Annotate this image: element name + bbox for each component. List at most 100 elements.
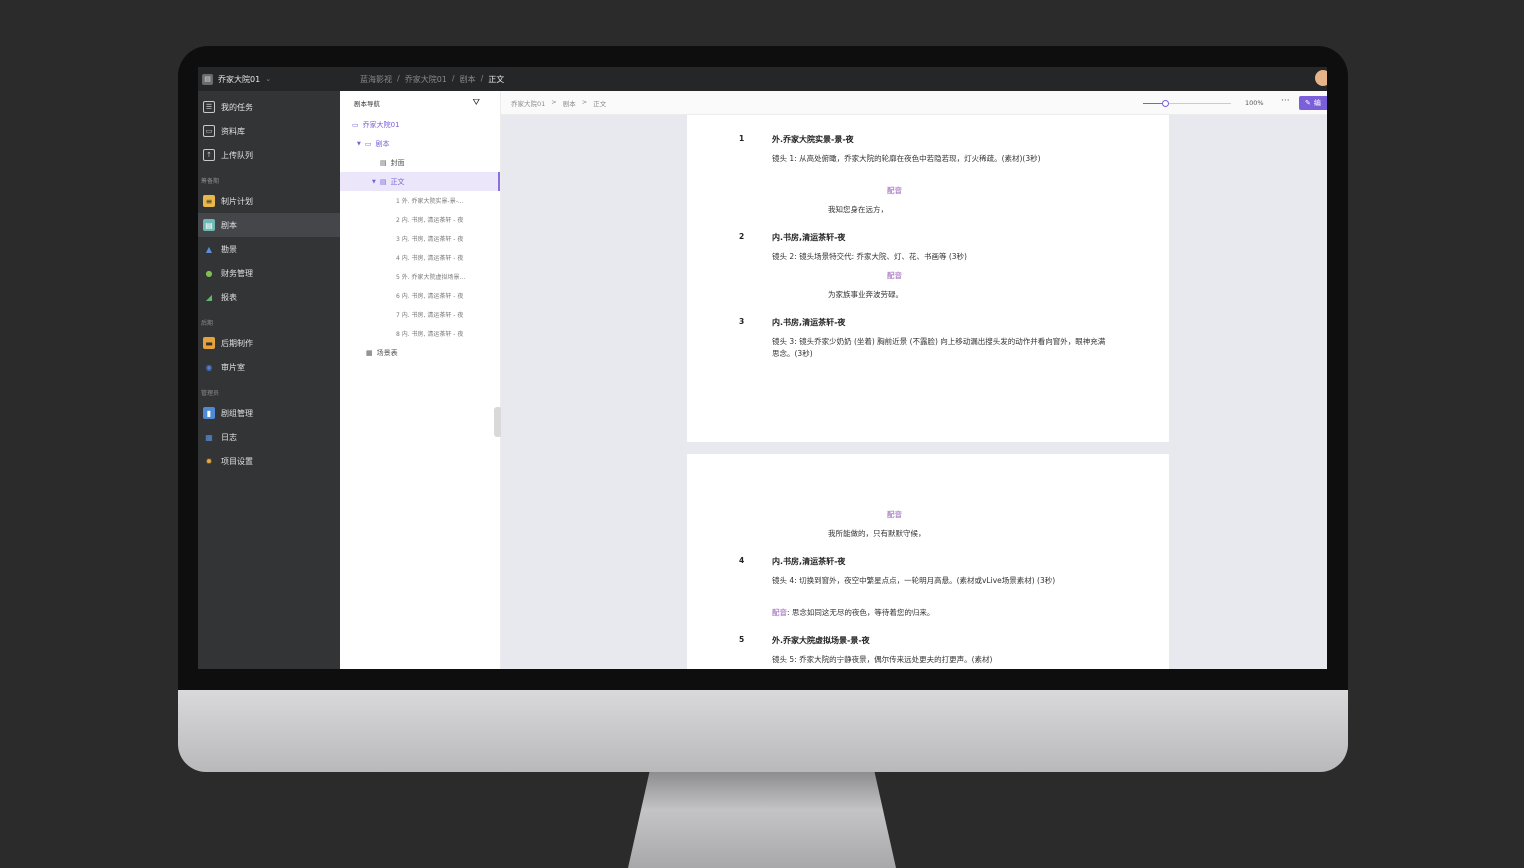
- breadcrumb-item[interactable]: 剧本: [563, 98, 576, 108]
- zoom-slider[interactable]: [1143, 100, 1231, 107]
- zoom-slider-handle[interactable]: [1162, 100, 1169, 107]
- sidebar-item-location-scout[interactable]: ▲ 勘景: [198, 237, 340, 261]
- breadcrumb-sep: /: [451, 73, 455, 83]
- breadcrumb-current: 正文: [488, 74, 505, 84]
- breadcrumb-sep: >: [581, 97, 588, 106]
- action-line[interactable]: 镜头 5: 乔家大院的宁静夜景，偶尔传来远处更夫的打更声。(素材): [772, 654, 1112, 666]
- tree-scene[interactable]: 2 内. 书房, 清运茶轩 - 夜: [340, 210, 500, 229]
- tree-label: 剧本: [375, 139, 390, 148]
- tree-body[interactable]: ▼ ▤ 正文: [340, 172, 500, 191]
- landscape-icon: ▲: [205, 244, 213, 254]
- sidebar-item-library[interactable]: ▭ 资料库: [198, 119, 340, 143]
- breadcrumb-item[interactable]: 乔家大院01: [511, 98, 545, 108]
- edit-label: 编: [1313, 99, 1321, 107]
- app-screen: ▤ 乔家大院01 ⌄ 蓝海影视 / 乔家大院01 / 剧本 / 正文 ☰ 我的任务…: [198, 67, 1327, 669]
- tree-scene-table[interactable]: ▦ 场景表: [340, 343, 500, 362]
- breadcrumb-item[interactable]: 乔家大院01: [405, 74, 447, 85]
- script-page: 1 外.乔家大院实景-景-夜 镜头 1: 从高处俯瞰，乔家大院的轮廓在夜色中若隐…: [687, 115, 1169, 442]
- editor-toolbar: 乔家大院01 > 剧本 > 正文 100% ··· ✎ 编: [501, 91, 1327, 115]
- breadcrumb-sep: >: [551, 97, 557, 106]
- tree-label: 封面: [390, 158, 405, 167]
- character-name: 配音: [772, 608, 787, 617]
- edit-button[interactable]: ✎ 编: [1299, 96, 1327, 110]
- sidebar-item-crew[interactable]: ▮ 剧组管理: [198, 401, 340, 425]
- sidebar-item-upload-queue[interactable]: ↑ 上传队列: [198, 143, 340, 167]
- chevron-down-icon: ⌄: [265, 75, 272, 83]
- tree-scene[interactable]: 1 外. 乔家大院实景-景-...: [340, 191, 500, 210]
- settings-icon: ✹: [205, 456, 213, 466]
- scene-heading[interactable]: 外.乔家大院实景-景-夜: [772, 134, 854, 145]
- zoom-level: 100%: [1245, 99, 1264, 107]
- tree-scene[interactable]: 6 内. 书房, 清运茶轩 - 夜: [340, 286, 500, 305]
- scene-number: 3: [739, 317, 745, 326]
- dialogue-line[interactable]: 我所能做的，只有默默守候，: [828, 528, 926, 539]
- action-line[interactable]: 镜头 3: 镜头乔家少奶奶 (坐着) 胸前近景 (不露脸) 向上移动漏出搜头发的…: [772, 336, 1112, 360]
- sidebar-item-label: 制片计划: [221, 196, 253, 206]
- sidebar-item-project-settings[interactable]: ✹ 项目设置: [198, 449, 340, 473]
- upload-icon: ↑: [203, 149, 215, 161]
- tree-scene[interactable]: 5 外. 乔家大院虚拟场景...: [340, 267, 500, 286]
- scene-number: 5: [739, 635, 745, 644]
- section-title: 筹备期: [201, 178, 220, 185]
- sidebar-item-script[interactable]: ▤ 剧本: [198, 213, 340, 237]
- sidebar-item-log[interactable]: ▦ 日志: [198, 425, 340, 449]
- tree-cover[interactable]: ▤ 封面: [340, 153, 500, 172]
- sidebar-item-label: 资料库: [221, 126, 245, 136]
- action-line[interactable]: 镜头 2: 镜头场景特交代: 乔家大院、灯、花、书画等 (3秒): [772, 251, 1112, 263]
- sidebar-item-label: 审片室: [221, 362, 245, 372]
- dialogue-line[interactable]: 我知您身在远方，: [828, 204, 888, 215]
- tree-scene[interactable]: 7 内. 书房, 清运茶轩 - 夜: [340, 305, 500, 324]
- scene-heading[interactable]: 内.书房,清运茶轩-夜: [772, 232, 845, 243]
- tree-root[interactable]: ▭ 乔家大院01: [340, 115, 500, 134]
- scene-number: 4: [739, 556, 745, 565]
- script-navigator: 剧本导航 ⛛ ▭ 乔家大院01 ▼ ▭ 剧本 ▤ 封面 ▼ ▤ 正文 1 外. 乔家大院实景…: [340, 91, 501, 669]
- breadcrumb: 蓝海影视 / 乔家大院01 / 剧本 / 正文: [360, 74, 504, 85]
- sidebar-item-report[interactable]: ◢ 报表: [198, 285, 340, 309]
- tree-folder[interactable]: ▼ ▭ 剧本: [340, 134, 500, 153]
- sidebar-item-finance[interactable]: ● 财务管理: [198, 261, 340, 285]
- breadcrumb-item[interactable]: 蓝海影视: [360, 74, 392, 85]
- report-icon: ◢: [205, 292, 213, 302]
- sidebar-item-production-plan[interactable]: ≡ 制片计划: [198, 189, 340, 213]
- more-icon[interactable]: ···: [1281, 96, 1290, 106]
- project-icon: ▤: [202, 73, 213, 85]
- crew-icon: ▮: [203, 407, 215, 419]
- tree-scene[interactable]: 3 内. 书房, 清运茶轩 - 夜: [340, 229, 500, 248]
- scene-heading[interactable]: 内.书房,清运茶轩-夜: [772, 317, 845, 328]
- tree-label: 场景表: [376, 348, 398, 357]
- character-name[interactable]: 配音: [887, 270, 902, 281]
- caret-down-icon: ▼: [372, 178, 376, 185]
- inline-dialogue-text: : 思念如同这无尽的夜色，等待着您的归来。: [787, 608, 935, 617]
- post-production-icon: ▬: [203, 337, 215, 349]
- scene-heading[interactable]: 内.书房,清运茶轩-夜: [772, 556, 845, 567]
- document-icon: ▤: [380, 158, 387, 167]
- project-switcher[interactable]: ▤ 乔家大院01 ⌄: [198, 67, 340, 91]
- breadcrumb-item[interactable]: 剧本: [460, 74, 476, 85]
- inline-dialogue[interactable]: 配音: 思念如同这无尽的夜色，等待着您的归来。: [772, 607, 934, 618]
- script-tree: ▭ 乔家大院01 ▼ ▭ 剧本 ▤ 封面 ▼ ▤ 正文 1 外. 乔家大院实景-景-... …: [340, 115, 500, 362]
- caret-down-icon: ▼: [357, 140, 361, 147]
- sidebar-item-label: 剧本: [221, 220, 237, 230]
- character-name[interactable]: 配音: [887, 509, 902, 520]
- sidebar-item-label: 后期制作: [221, 338, 253, 348]
- sidebar-item-review-room[interactable]: ◉ 审片室: [198, 355, 340, 379]
- action-line[interactable]: 镜头 4: 切换到窗外，夜空中繁星点点，一轮明月高悬。(素材或vLive场景素材…: [772, 575, 1112, 587]
- tree-scene[interactable]: 4 内. 书房, 清运茶轩 - 夜: [340, 248, 500, 267]
- pencil-icon: ✎: [1305, 99, 1311, 107]
- action-line[interactable]: 镜头 1: 从高处俯瞰，乔家大院的轮廓在夜色中若隐若现，灯火稀疏。(素材)(3秒…: [772, 153, 1112, 165]
- monitor-stand: [628, 772, 896, 868]
- sidebar-item-label: 项目设置: [221, 456, 253, 466]
- sidebar-item-post-production[interactable]: ▬ 后期制作: [198, 331, 340, 355]
- sidebar-item-my-tasks[interactable]: ☰ 我的任务: [198, 95, 340, 119]
- filter-icon[interactable]: ⛛: [472, 98, 480, 108]
- dialogue-line[interactable]: 为家族事业奔波劳碌。: [828, 289, 903, 300]
- character-name[interactable]: 配音: [887, 185, 902, 196]
- sidebar-item-label: 勘景: [221, 244, 237, 254]
- scene-number: 1: [739, 134, 745, 143]
- breadcrumb-sep: /: [480, 73, 484, 83]
- folder-icon: ▭: [203, 125, 215, 137]
- avatar[interactable]: [1315, 70, 1327, 86]
- table-icon: ▦: [366, 348, 373, 357]
- scene-heading[interactable]: 外.乔家大院虚拟场景-景-夜: [772, 635, 870, 646]
- tree-scene[interactable]: 8 内. 书房, 清运茶轩 - 夜: [340, 324, 500, 343]
